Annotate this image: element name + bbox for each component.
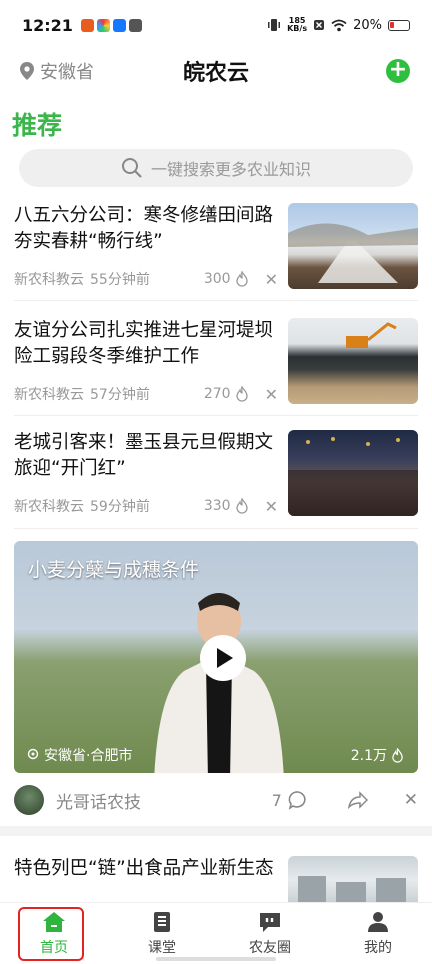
sim-icon [314,20,325,30]
home-tab-highlight [18,907,84,961]
wifi-icon [331,19,347,31]
flame-icon [392,747,403,763]
news-item[interactable]: 八五六分公司：寒冬修缮田间路 夯实春耕“畅行线” 新农科教云 55分钟前 300… [14,203,418,307]
tab-community[interactable]: 农友圈 [216,903,324,964]
flame-icon [235,498,248,514]
app-notification-icon [96,18,110,32]
news-source: 新农科教云 [14,272,84,288]
news-title[interactable]: 友谊分公司扎实推进七星河堤坝险工弱段冬季维护工作 [14,318,278,370]
vibrate-icon [268,19,281,31]
news-title[interactable]: 八五六分公司：寒冬修缮田间路 夯实春耕“畅行线” [14,203,278,255]
net-unit: KB/s [287,24,308,33]
news-item[interactable]: 老城引客来！墨玉县元旦假期文旅迎“开门红” 新农科教云 59分钟前 330 ✕ [14,430,418,534]
heat-value: 270 [203,386,231,402]
tab-label: 课堂 [148,940,176,956]
divider [14,528,418,529]
play-button[interactable] [200,635,246,681]
divider [14,415,418,416]
tab-classroom[interactable]: 课堂 [108,903,216,964]
video-location: 安徽省·合肥市 [26,745,132,765]
app-header: 安徽省 皖农云 + [0,50,432,92]
app-notification-icon [80,18,94,32]
comment-button[interactable]: 7 [272,790,308,810]
heat-count: 270 [204,386,249,402]
news-time: 57分钟前 [90,387,150,403]
book-icon [154,912,170,932]
section-title: 推荐 [12,111,63,140]
news-item[interactable]: 友谊分公司扎实推进七星河堤坝险工弱段冬季维护工作 新农科教云 57分钟前 270… [14,318,418,422]
video-views-text: 2.1万 [350,748,387,764]
add-button[interactable]: + [386,59,410,83]
video-title: 小麦分蘖与成穗条件 [28,559,200,581]
dismiss-icon[interactable]: ✕ [265,385,278,404]
tab-label: 我的 [364,940,392,956]
tab-profile[interactable]: 我的 [324,903,432,964]
heat-value: 300 [203,271,231,287]
search-icon [121,158,142,178]
battery-icon [388,19,410,31]
comment-icon [288,791,306,810]
news-item[interactable]: 特色列巴“链”出食品产业新生态 [14,856,418,916]
excavator-scene [346,322,397,348]
section-separator [0,826,432,836]
dismiss-icon[interactable]: ✕ [404,790,418,810]
status-bar: 12:21 185 KB/s 20% [0,0,432,50]
divider [14,300,418,301]
news-thumbnail[interactable] [288,430,418,516]
heat-count: 300 [204,271,249,287]
status-right: 185 KB/s 20% [267,17,410,33]
notification-icons [80,18,142,32]
news-title[interactable]: 特色列巴“链”出食品产业新生态 [14,856,278,882]
search-bar[interactable]: 一键搜索更多农业知识 [19,149,413,187]
home-indicator [156,957,276,961]
video-card[interactable]: 小麦分蘖与成穗条件 安徽省·合肥市 2.1万 [14,541,418,773]
heat-count: 330 [204,498,249,514]
share-icon[interactable] [347,791,368,809]
news-meta: 新农科教云 59分钟前 330 ✕ [14,496,278,516]
dismiss-icon[interactable]: ✕ [265,270,278,289]
video-author-row: 光哥话农技 7 ✕ [14,784,418,816]
user-icon [368,912,388,932]
battery-percent: 20% [353,17,382,33]
comment-count: 7 [271,790,282,810]
flame-icon [235,386,248,402]
news-time: 59分钟前 [90,499,150,515]
news-time: 55分钟前 [90,272,150,288]
location-pin-icon [27,748,39,760]
crowd-scene [288,437,418,516]
news-thumbnail[interactable] [288,318,418,404]
news-source: 新农科教云 [14,387,84,403]
location-label: 安徽省 [40,62,94,83]
news-meta: 新农科教云 57分钟前 270 ✕ [14,384,278,404]
avatar[interactable] [14,785,44,815]
video-views: 2.1万 [351,745,404,765]
road-scene [288,223,418,283]
news-source: 新农科教云 [14,499,84,515]
tab-label: 农友圈 [249,940,291,956]
chat-bubble-icon [260,913,280,932]
author-name[interactable]: 光哥话农技 [56,788,141,813]
flame-icon [235,271,248,287]
location-pin-icon [20,62,34,80]
dismiss-icon[interactable]: ✕ [265,497,278,516]
network-speed: 185 KB/s [287,17,307,33]
heat-value: 330 [203,498,231,514]
video-location-text: 安徽省·合肥市 [44,748,133,764]
search-placeholder: 一键搜索更多农业知识 [150,160,311,179]
news-thumbnail[interactable] [288,203,418,289]
alipay-icon [112,18,126,32]
news-meta: 新农科教云 55分钟前 300 ✕ [14,269,278,289]
news-title[interactable]: 老城引客来！墨玉县元旦假期文旅迎“开门红” [14,430,278,482]
location-selector[interactable]: 安徽省 [20,58,94,84]
status-time: 12:21 [22,15,73,35]
app-notification-icon [128,18,142,32]
